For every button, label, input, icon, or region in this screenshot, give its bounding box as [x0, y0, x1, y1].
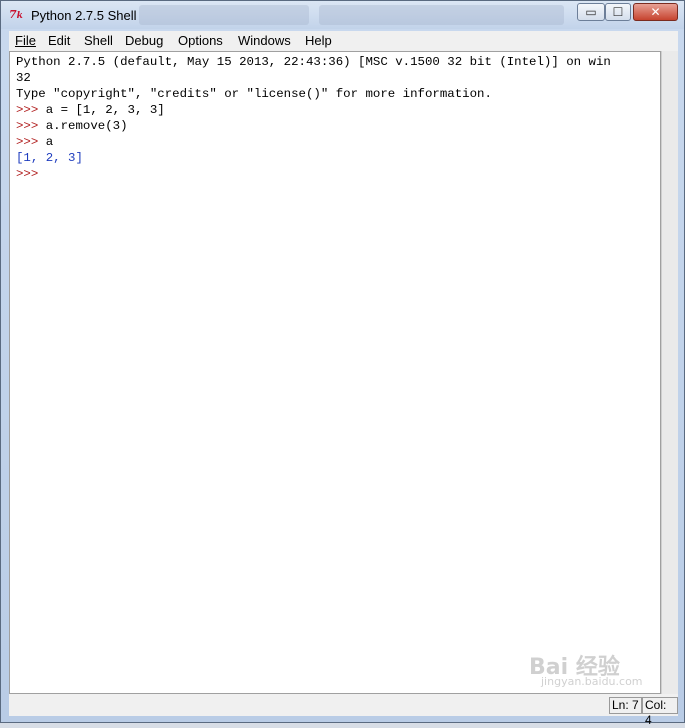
user-input: a [45, 135, 54, 149]
shell-text-area[interactable]: Python 2.7.5 (default, May 15 2013, 22:4… [9, 51, 661, 694]
prompt: >>> [16, 119, 46, 133]
close-button[interactable]: ✕ [633, 3, 678, 21]
session-line: >>> a [16, 134, 611, 150]
session-line: >>> a.remove(3) [16, 118, 611, 134]
menu-options-label: Options [178, 33, 223, 48]
menu-bar: File Edit Shell Debug Options Windows He… [9, 31, 678, 51]
menu-edit-label: Edit [48, 33, 71, 48]
background-tab-blurred [319, 5, 564, 25]
watermark-subtext: jingyan.baidu.com [541, 675, 643, 688]
menu-debug[interactable]: Debug [125, 33, 163, 48]
menu-windows[interactable]: Windows [238, 33, 291, 48]
maximize-button[interactable]: ☐ [605, 3, 631, 21]
window-title: Python 2.7.5 Shell [31, 8, 137, 23]
user-input: a.remove(3) [45, 119, 128, 133]
minimize-button[interactable]: ▭ [577, 3, 605, 21]
menu-edit[interactable]: Edit [48, 33, 70, 48]
menu-file[interactable]: File [15, 33, 36, 48]
banner-line: Type "copyright", "credits" or "license(… [16, 87, 492, 101]
menu-help[interactable]: Help [305, 33, 332, 48]
menu-help-label: Help [305, 33, 332, 48]
banner-line: Python 2.7.5 (default, May 15 2013, 22:4… [16, 55, 611, 69]
shell-output: Python 2.7.5 (default, May 15 2013, 22:4… [16, 54, 611, 182]
menu-debug-label: Debug [125, 33, 164, 48]
column-indicator: Col: 4 [642, 697, 678, 727]
session-line: [1, 2, 3] [16, 150, 611, 166]
background-tab-blurred [139, 5, 309, 25]
title-bar[interactable]: 7k Python 2.7.5 Shell ▭ ☐ ✕ [1, 1, 684, 29]
prompt: >>> [16, 103, 46, 117]
line-indicator: Ln: 7 [609, 697, 642, 714]
stdout-output: [1, 2, 3] [16, 151, 83, 165]
menu-shell[interactable]: Shell [84, 33, 113, 48]
vertical-scrollbar[interactable] [661, 51, 678, 694]
session-line: >>> [16, 166, 611, 182]
prompt: >>> [16, 135, 46, 149]
baidu-watermark: Bai 经验 jingyan.baidu.com [529, 649, 659, 693]
menu-shell-label: Shell [84, 33, 113, 48]
prompt: >>> [16, 167, 46, 181]
status-bar: Ln: 7 Col: 4 [9, 694, 678, 727]
menu-file-label: File [15, 33, 36, 48]
menu-windows-label: Windows [238, 33, 291, 48]
menu-options[interactable]: Options [178, 33, 223, 48]
tk-feather-icon: 7k [9, 8, 23, 21]
user-input: a = [1, 2, 3, 3] [45, 103, 165, 117]
python-shell-window: 7k Python 2.7.5 Shell ▭ ☐ ✕ File Edit Sh… [0, 0, 685, 727]
banner-line: 32 [16, 71, 31, 85]
session-line: >>> a = [1, 2, 3, 3] [16, 102, 611, 118]
